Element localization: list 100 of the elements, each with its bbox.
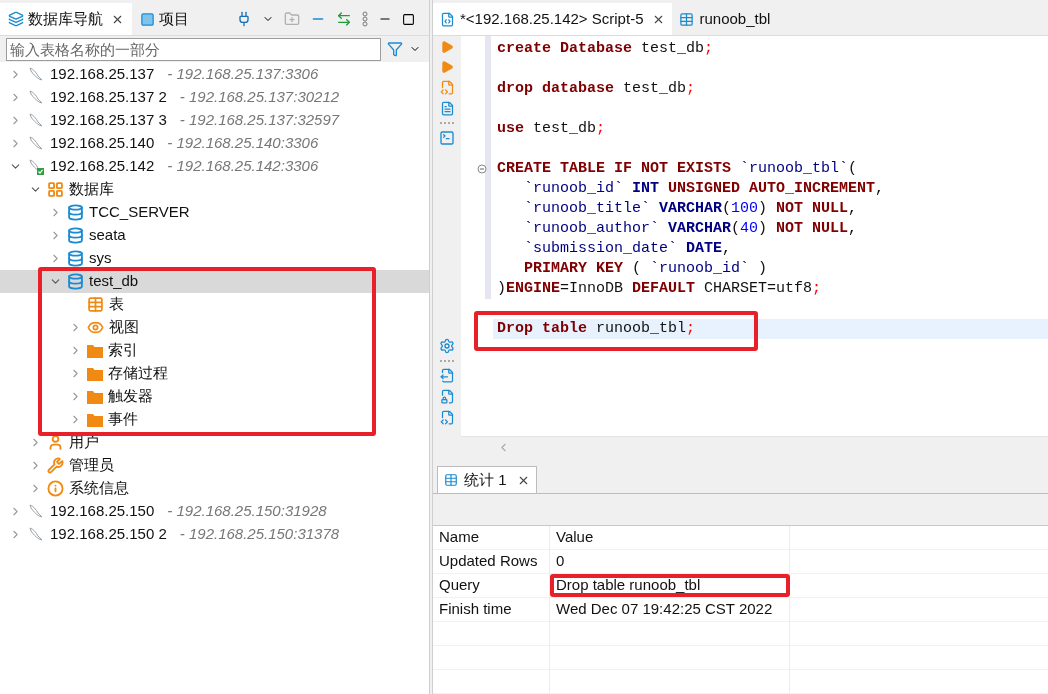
- code-line: CREATE TABLE IF NOT EXISTS `runoob_tbl`(: [497, 158, 858, 179]
- node-label: 数据库: [69, 179, 114, 200]
- connection-address: - 192.168.25.142:3306: [167, 156, 319, 177]
- code-line: Drop table runoob_tbl;: [497, 318, 696, 339]
- database-icon: [67, 273, 84, 290]
- settings-icon[interactable]: [439, 338, 455, 354]
- code-line: PRIMARY KEY ( `runoob_id` ): [524, 258, 768, 279]
- filter-icon[interactable]: [387, 41, 403, 57]
- folder-icon: [87, 389, 103, 404]
- table-cell-text: Wed Dec 07 19:42:25 CST 2022: [556, 599, 773, 620]
- separator-dots: [440, 360, 454, 362]
- user-icon: [47, 434, 64, 451]
- info-icon: [47, 480, 64, 497]
- node-label: 192.168.25.150 2: [50, 524, 167, 545]
- result-tab[interactable]: 统计 1: [437, 466, 537, 493]
- connection-address: - 192.168.25.150:31928: [167, 501, 327, 522]
- maximize-icon[interactable]: [402, 12, 415, 26]
- node-label: 192.168.25.142: [50, 156, 155, 177]
- code-line: `runoob_author` VARCHAR(40) NOT NULL,: [524, 218, 858, 239]
- separator-dots: [440, 122, 454, 124]
- tree-item[interactable]: sys: [0, 247, 429, 270]
- connection-address: - 192.168.25.150:31378: [179, 524, 340, 545]
- tree-item[interactable]: 数据库: [0, 178, 429, 201]
- connection-address: - 192.168.25.137:3306: [167, 64, 319, 85]
- tree-item[interactable]: TCC_SERVER: [0, 201, 429, 224]
- code-line: `submission_date` DATE,: [524, 238, 732, 259]
- more-icon[interactable]: [362, 11, 368, 27]
- code-line: `runoob_id` INT UNSIGNED AUTO_INCREMENT,: [524, 178, 885, 199]
- node-label: 192.168.25.137: [50, 64, 155, 85]
- tree-item[interactable]: 管理员: [0, 454, 429, 477]
- node-label: TCC_SERVER: [89, 202, 190, 223]
- tree-item[interactable]: test_db: [0, 270, 429, 293]
- node-label: 事件: [108, 409, 138, 430]
- grid-icon: [444, 473, 458, 487]
- tree-item[interactable]: 192.168.25.150 - 192.168.25.150:31928: [0, 500, 429, 523]
- tree-item[interactable]: 索引: [0, 339, 429, 362]
- filter-field[interactable]: 输入表格名称的一部分: [6, 37, 381, 61]
- eye-icon: [87, 319, 104, 336]
- tree-item[interactable]: 192.168.25.150 2 - 192.168.25.150:31378: [0, 523, 429, 546]
- fold-icon[interactable]: [477, 164, 487, 174]
- table-cell: Query: [433, 574, 550, 597]
- column-header: Value: [550, 526, 790, 549]
- wrench-icon: [47, 457, 64, 474]
- tree-item[interactable]: 192.168.25.137 3 - 192.168.25.137:32597: [0, 109, 429, 132]
- node-label: 索引: [108, 340, 138, 361]
- play-icon[interactable]: [440, 40, 454, 54]
- column-header: Name: [433, 526, 550, 549]
- tree-item[interactable]: 192.168.25.137 - 192.168.25.137:3306: [0, 63, 429, 86]
- tree-item[interactable]: seata: [0, 224, 429, 247]
- terminal-icon[interactable]: [439, 130, 455, 146]
- code-line: drop database test_db;: [497, 78, 696, 99]
- connection-address: - 192.168.25.137:32597: [179, 110, 340, 131]
- tree-item[interactable]: 存储过程: [0, 362, 429, 385]
- node-label: 192.168.25.140: [50, 133, 155, 154]
- code-line: `runoob_title` VARCHAR(100) NOT NULL,: [524, 198, 858, 219]
- node-label: test_db: [89, 271, 139, 292]
- table-icon: [87, 296, 104, 313]
- folder-icon: [87, 412, 103, 427]
- node-label: 存储过程: [108, 363, 168, 384]
- layers-icon: [8, 11, 24, 27]
- editor-tab[interactable]: *<192.168.25.142> Script-5: [433, 3, 673, 35]
- node-label: 192.168.25.150: [50, 501, 155, 522]
- window-icon: [140, 11, 155, 27]
- database-icon: [67, 250, 84, 267]
- table-cell-text: Drop table runoob_tbl: [556, 575, 701, 596]
- panel-tab[interactable]: 数据库导航: [0, 3, 132, 35]
- database-icon: [67, 204, 84, 221]
- folder-icon: [87, 343, 103, 358]
- file-export-icon[interactable]: [439, 368, 455, 383]
- tree-item[interactable]: 视图: [0, 316, 429, 339]
- folder-plus-icon[interactable]: [284, 11, 300, 27]
- connection-address: - 192.168.25.140:3306: [167, 133, 319, 154]
- connection-address: - 192.168.25.137:30212: [179, 87, 340, 108]
- tree-item[interactable]: 系统信息: [0, 477, 429, 500]
- tree-item[interactable]: 192.168.25.142 - 192.168.25.142:3306: [0, 155, 429, 178]
- code-line: use test_db;: [497, 118, 606, 139]
- table-cell-text: 0: [556, 551, 565, 572]
- link-arrows-icon[interactable]: [336, 11, 352, 27]
- file-lock-icon[interactable]: [439, 389, 455, 404]
- node-label: 触发器: [108, 386, 153, 407]
- tree-item[interactable]: 触发器: [0, 385, 429, 408]
- table-cell: Updated Rows: [433, 550, 550, 573]
- node-label: 视图: [109, 317, 139, 338]
- node-label: 表: [109, 294, 124, 315]
- node-label: 192.168.25.137 2: [50, 87, 167, 108]
- node-label: sys: [89, 248, 112, 269]
- tree-item[interactable]: 192.168.25.137 2 - 192.168.25.137:30212: [0, 86, 429, 109]
- document-icon[interactable]: [439, 101, 455, 116]
- code-line: )ENGINE=InnoDB DEFAULT CHARSET=utf8;: [497, 278, 822, 299]
- database-icon: [67, 227, 84, 244]
- tree-item[interactable]: 事件: [0, 408, 429, 431]
- folder-icon: [87, 366, 103, 381]
- table-cell: Finish time: [433, 598, 550, 621]
- tree-item[interactable]: 192.168.25.140 - 192.168.25.140:3306: [0, 132, 429, 155]
- table-icon: [679, 11, 695, 27]
- node-label: 管理员: [69, 455, 114, 476]
- plug-icon[interactable]: [236, 11, 252, 27]
- tree-item[interactable]: 表: [0, 293, 429, 316]
- script-icon: [440, 11, 455, 27]
- node-label: 192.168.25.137 3: [50, 110, 167, 131]
